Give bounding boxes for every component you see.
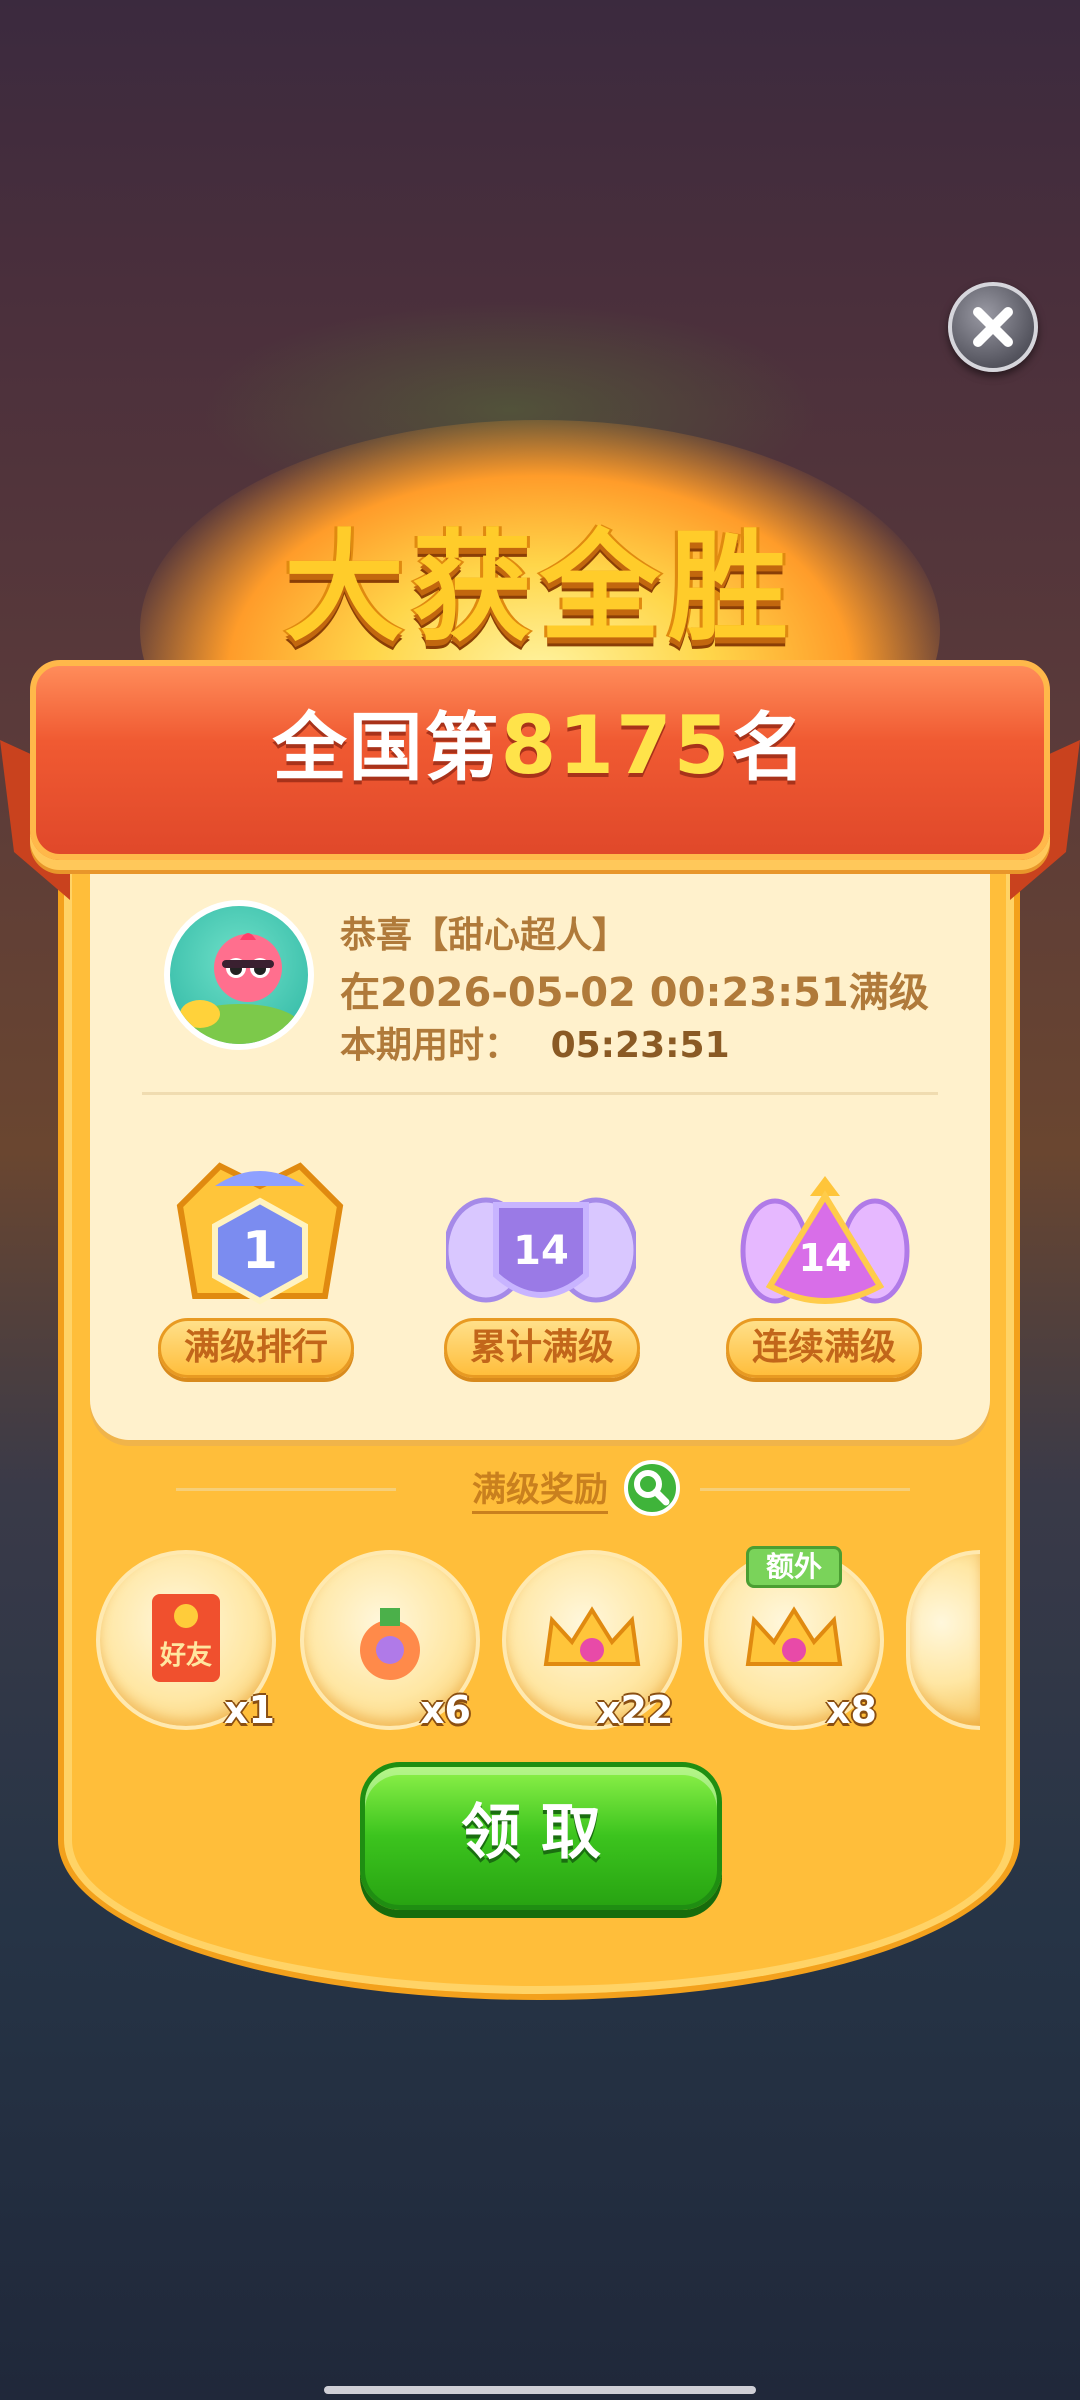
reward-item-1-count: x1 bbox=[224, 1688, 275, 1732]
rewards-title: 满级奖励 bbox=[472, 1462, 608, 1514]
player-character-icon bbox=[180, 933, 300, 1044]
gold-crown-badge-icon: 1 bbox=[176, 1162, 344, 1305]
period-time-row: 本期用时： 05:23:51 bbox=[340, 1016, 730, 1068]
close-button[interactable] bbox=[948, 282, 1038, 372]
magnifier-icon bbox=[634, 1470, 670, 1506]
claim-button[interactable]: 领取 bbox=[360, 1762, 722, 1910]
badge-streak-label: 连续满级 bbox=[726, 1318, 922, 1378]
victory-title: 大获全胜 bbox=[284, 519, 796, 658]
badge-total[interactable]: 14 bbox=[443, 1180, 639, 1324]
badge-total-number: 14 bbox=[513, 1228, 569, 1274]
close-icon bbox=[973, 307, 1013, 347]
divider bbox=[142, 1092, 938, 1095]
avatar bbox=[164, 900, 314, 1050]
badge-streak[interactable]: 14 bbox=[740, 1166, 910, 1330]
purple-wings-badge-icon: 14 bbox=[443, 1197, 639, 1303]
home-indicator[interactable] bbox=[324, 2386, 756, 2394]
badge-rank[interactable]: 1 bbox=[160, 1146, 360, 1330]
period-time-label: 本期用时： bbox=[340, 1025, 521, 1066]
extra-tag: 额外 bbox=[746, 1546, 842, 1588]
reward-divider-right bbox=[700, 1488, 910, 1491]
reward-item-2-count: x6 bbox=[420, 1688, 471, 1732]
max-level-date: 在2026-05-02 00:23:51满级 bbox=[340, 970, 929, 1016]
reward-info-button[interactable] bbox=[624, 1460, 680, 1516]
reward-item-1-text: 好友 bbox=[159, 1641, 212, 1671]
rank-prefix: 全国第 bbox=[272, 705, 501, 791]
badge-total-label: 累计满级 bbox=[444, 1318, 640, 1378]
pink-heart-badge-icon: 14 bbox=[740, 1176, 910, 1304]
badge-rank-label: 满级排行 bbox=[158, 1318, 354, 1378]
reward-divider-left bbox=[176, 1488, 396, 1491]
rank-text: 全国第8175名 bbox=[0, 688, 1080, 795]
rank-suffix: 名 bbox=[731, 705, 808, 791]
reward-item-4-count: x8 bbox=[826, 1688, 877, 1732]
rank-number: 8175 bbox=[500, 699, 732, 792]
badge-rank-number: 1 bbox=[242, 1221, 278, 1281]
reward-item-3-count: x22 bbox=[596, 1688, 674, 1732]
badge-streak-number: 14 bbox=[799, 1236, 852, 1280]
congrats-text: 恭喜【甜心超人】 bbox=[340, 915, 629, 956]
period-time-value: 05:23:51 bbox=[550, 1025, 730, 1066]
